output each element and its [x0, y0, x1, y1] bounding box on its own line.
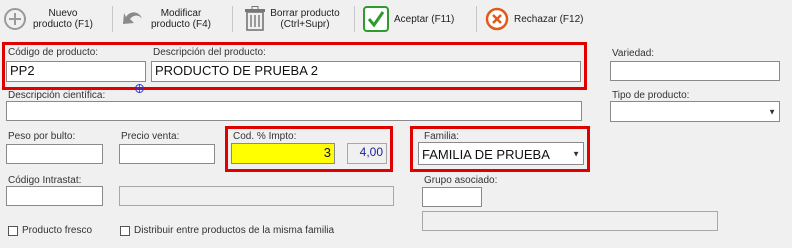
tipo-label: Tipo de producto: [612, 90, 690, 101]
peso-label: Peso por bulto: [8, 131, 76, 142]
descripcion-input[interactable]: PRODUCTO DE PRUEBA 2 [151, 61, 581, 82]
reject-label: Rechazar (F12) [514, 13, 584, 25]
toolbar-separator [112, 6, 113, 32]
desc-cientifica-input[interactable] [6, 101, 582, 121]
toolbar-separator [476, 6, 477, 32]
familia-value: FAMILIA DE PRUEBA [422, 147, 550, 162]
delete-product-label: Borrar producto (Ctrl+Supr) [270, 8, 340, 30]
accept-button[interactable]: Aceptar (F11) [362, 3, 474, 35]
familia-label: Familia: [424, 131, 460, 142]
modify-product-button[interactable]: Modificar producto (F4) [120, 3, 220, 35]
codigo-label: Código de producto: [8, 47, 99, 58]
producto-fresco-checkbox[interactable] [8, 226, 18, 236]
toolbar-separator [232, 6, 233, 32]
toolbar: Nuevo producto (F1) Modificar producto (… [0, 0, 792, 38]
modify-product-label: Modificar producto (F4) [150, 8, 212, 30]
accept-label: Aceptar (F11) [394, 13, 455, 25]
dropdown-arrow-icon: ▼ [572, 149, 580, 158]
variedad-input[interactable] [610, 61, 780, 81]
codigo-input[interactable]: PP2 [6, 61, 146, 82]
variedad-label: Variedad: [612, 48, 655, 59]
cancel-icon [484, 6, 510, 32]
familia-select[interactable]: FAMILIA DE PRUEBA ▼ [418, 142, 584, 165]
delete-product-button[interactable]: Borrar producto (Ctrl+Supr) [242, 3, 344, 35]
intrastat-description [119, 186, 394, 206]
intrastat-label: Código Intrastat: [8, 175, 82, 186]
grupo-input[interactable] [422, 187, 482, 207]
check-icon [362, 6, 390, 32]
impto-code-input[interactable]: 3 [231, 143, 335, 164]
grupo-label: Grupo asociado: [424, 175, 498, 186]
precio-input[interactable] [119, 144, 215, 164]
distribuir-label: Distribuir entre productos de la misma f… [134, 225, 335, 236]
dropdown-arrow-icon: ▼ [768, 107, 776, 116]
toolbar-separator [354, 6, 355, 32]
distribuir-checkbox[interactable] [120, 226, 130, 236]
new-product-button[interactable]: Nuevo producto (F1) [2, 3, 102, 35]
producto-fresco-label: Producto fresco [22, 225, 93, 236]
impto-label: Cod. % Impto: [233, 131, 297, 142]
new-product-label: Nuevo producto (F1) [32, 8, 94, 30]
undo-arrow-icon [120, 6, 146, 32]
grupo-description [422, 211, 718, 231]
descripcion-label: Descripción del producto: [153, 47, 266, 58]
precio-label: Precio venta: [121, 131, 180, 142]
impto-pct-value: 4,00 [347, 143, 387, 164]
desc-cientifica-label: Descripción científica: [8, 90, 106, 101]
tipo-select[interactable]: ▼ [610, 101, 780, 122]
plus-circle-icon [2, 6, 28, 32]
trash-icon [242, 6, 268, 32]
peso-input[interactable] [6, 144, 103, 164]
reject-button[interactable]: Rechazar (F12) [484, 3, 594, 35]
crosshair-icon [135, 84, 144, 93]
intrastat-input[interactable] [6, 186, 103, 206]
